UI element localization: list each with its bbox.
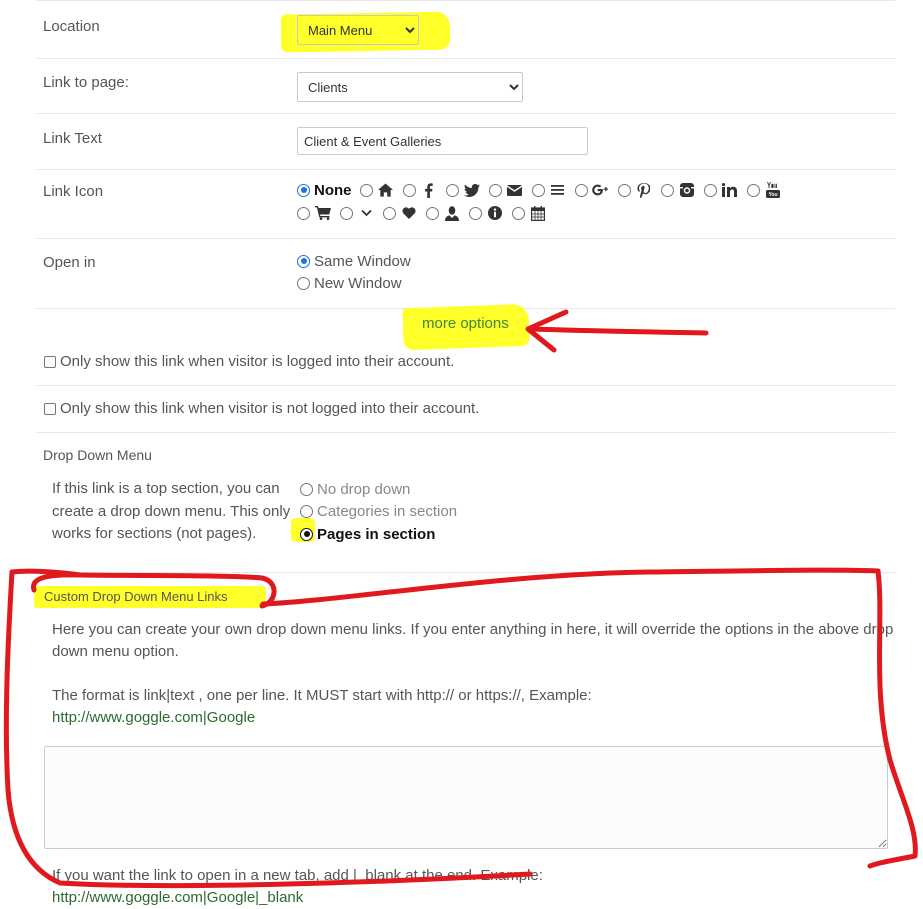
dropdown-description: If this link is a top section, you can c… (52, 480, 291, 542)
icon-option-user[interactable] (426, 202, 461, 224)
link-text-row: Link Text (36, 113, 895, 170)
custom-links-textarea[interactable] (44, 746, 888, 849)
link-to-page-select[interactable]: Clients (297, 72, 523, 102)
open-in-row: Open in Same Window New Window (36, 238, 895, 309)
icon-option-facebook[interactable] (402, 179, 438, 201)
link-to-page-row: Link to page: Clients (36, 57, 895, 114)
youtube-icon: You (764, 181, 782, 199)
icon-option-instagram[interactable] (660, 179, 696, 201)
icon-option-calendar[interactable] (512, 202, 547, 224)
icon-option-home[interactable] (359, 179, 395, 201)
example-link[interactable]: http://www.goggle.com|Google (52, 709, 255, 726)
open-same-window[interactable]: Same Window (297, 250, 411, 272)
shopping-cart-icon (314, 204, 332, 222)
location-select[interactable]: Main Menu (297, 15, 419, 45)
open-in-options: Same Window New Window (297, 250, 419, 294)
dropdown-option-categories[interactable]: Categories in section (300, 501, 457, 524)
location-label: Location (43, 18, 100, 35)
icon-option-linkedin[interactable] (703, 179, 739, 201)
icon-option-pinterest[interactable] (617, 179, 653, 201)
dropdown-option-none[interactable]: No drop down (300, 478, 457, 501)
icon-option-cart[interactable] (297, 202, 332, 224)
icon-option-none[interactable]: None (297, 179, 352, 201)
open-in-label: Open in (43, 254, 96, 271)
icon-option-heart[interactable] (383, 202, 418, 224)
icon-option-google-plus[interactable] (574, 179, 610, 201)
not-logged-in-row: Only show this link when visitor is not … (36, 386, 895, 433)
icon-option-youtube[interactable]: You (746, 179, 782, 201)
user-icon (443, 204, 461, 222)
custom-paragraph-2: The format is link|text , one per line. … (52, 687, 592, 726)
icon-option-menu[interactable] (531, 179, 567, 201)
link-to-page-label: Link to page: (43, 74, 129, 91)
calendar-icon (529, 204, 547, 222)
link-icon-label: Link Icon (43, 183, 104, 200)
icon-options: None You (297, 179, 887, 224)
home-icon (377, 181, 395, 199)
link-text-input[interactable] (297, 127, 588, 155)
logged-in-checkbox[interactable]: Only show this link when visitor is logg… (44, 353, 454, 370)
icon-option-twitter[interactable] (445, 179, 481, 201)
dropdown-section: Drop Down Menu If this link is a top sec… (36, 433, 895, 573)
envelope-icon (506, 181, 524, 199)
icon-option-chevron[interactable] (340, 202, 375, 224)
google-plus-icon (592, 181, 610, 199)
instagram-icon (678, 181, 696, 199)
twitter-icon (463, 181, 481, 199)
info-icon (486, 204, 504, 222)
dropdown-option-pages[interactable]: Pages in section (300, 523, 457, 546)
facebook-icon (420, 181, 438, 199)
custom-paragraph-3: If you want the link to open in a new ta… (52, 867, 543, 906)
pinterest-icon (635, 181, 653, 199)
link-text-label: Link Text (43, 130, 102, 147)
icon-option-email[interactable] (488, 179, 524, 201)
menu-lines-icon (549, 181, 567, 199)
more-options-link[interactable]: more options (422, 315, 509, 332)
chevron-down-icon (357, 204, 375, 222)
linkedin-icon (721, 181, 739, 199)
link-icon-row: Link Icon None You (36, 169, 895, 239)
dropdown-options: No drop down Categories in section Pages… (300, 478, 465, 546)
custom-title: Custom Drop Down Menu Links (44, 589, 228, 604)
custom-paragraph-1: Here you can create your own drop down m… (52, 621, 894, 660)
icon-option-info[interactable] (469, 202, 504, 224)
svg-text:You: You (768, 192, 777, 198)
open-new-window[interactable]: New Window (297, 272, 411, 294)
logged-in-row: Only show this link when visitor is logg… (36, 340, 895, 386)
location-row: Location (36, 0, 895, 59)
dropdown-title: Drop Down Menu (43, 447, 152, 463)
not-logged-in-checkbox[interactable]: Only show this link when visitor is not … (44, 400, 479, 417)
example-blank-link[interactable]: http://www.goggle.com|Google|_blank (52, 889, 303, 906)
heart-icon (400, 204, 418, 222)
